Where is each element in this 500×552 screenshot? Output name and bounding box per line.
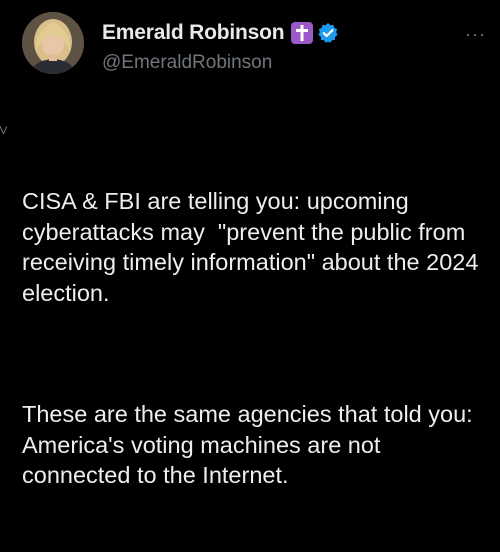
- tweet-paragraph-1: CISA & FBI are telling you: upcoming cyb…: [22, 188, 485, 306]
- author-name-row: Emerald Robinson: [102, 19, 339, 47]
- more-options-icon[interactable]: ···: [465, 24, 486, 45]
- avatar[interactable]: [22, 12, 84, 74]
- truncated-thread-mark: [0, 126, 7, 134]
- verified-badge-icon: [318, 23, 338, 43]
- cross-icon: [291, 22, 314, 44]
- author-handle[interactable]: @EmeraldRobinson: [102, 52, 272, 74]
- author-display-name[interactable]: Emerald Robinson: [102, 21, 285, 45]
- tweet-paragraph-2: These are the same agencies that told yo…: [22, 401, 478, 488]
- tweet-text: CISA & FBI are telling you: upcoming cyb…: [22, 125, 494, 552]
- tweet: Emerald Robinson @EmeraldRobinson ··· CI…: [0, 0, 500, 488]
- avatar-image: [22, 12, 84, 74]
